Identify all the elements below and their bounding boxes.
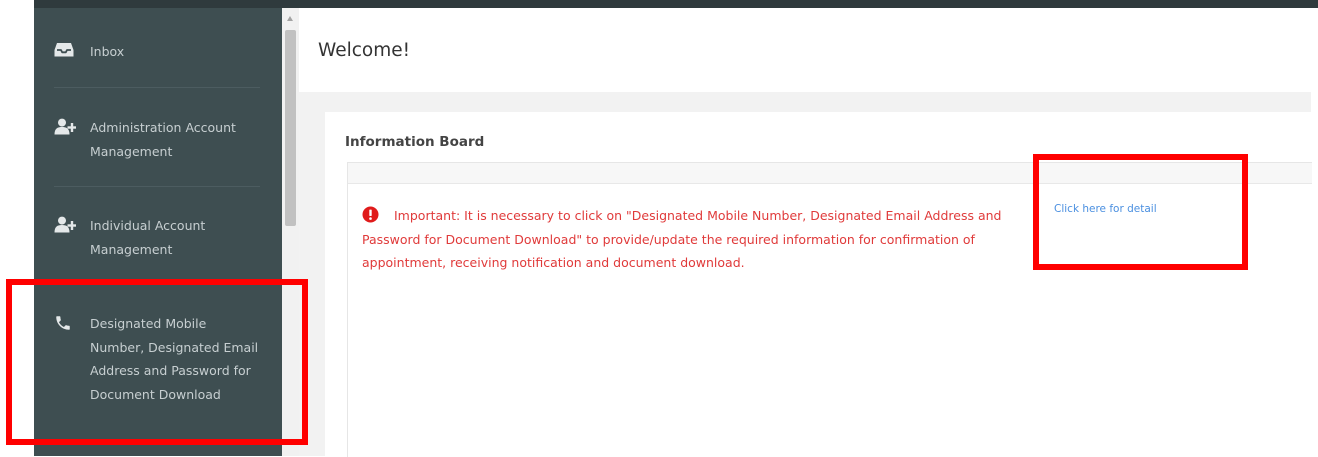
sidebar-divider bbox=[54, 87, 260, 88]
important-notice-text: Important: It is necessary to click on "… bbox=[362, 208, 1002, 270]
highlight-box-detail-link bbox=[1033, 154, 1248, 270]
sidebar-divider bbox=[54, 186, 260, 187]
board-title: Information Board bbox=[345, 134, 485, 150]
add-user-icon bbox=[54, 216, 77, 234]
scroll-up-icon[interactable] bbox=[287, 16, 293, 21]
page-title: Welcome! bbox=[318, 40, 411, 61]
page-header: Welcome! bbox=[299, 14, 1311, 92]
highlight-box-sidebar-item bbox=[6, 279, 308, 445]
scrollbar-thumb[interactable] bbox=[285, 30, 296, 226]
top-bar bbox=[34, 0, 1318, 8]
add-user-icon bbox=[54, 118, 77, 136]
sidebar-item-label: Administration Account Management bbox=[90, 120, 236, 159]
sidebar-item-administration-account-management[interactable]: Administration Account Management bbox=[54, 116, 260, 163]
sidebar-item-inbox[interactable]: Inbox bbox=[54, 40, 260, 64]
inbox-icon bbox=[54, 42, 76, 60]
sidebar-item-label: Inbox bbox=[90, 44, 125, 59]
sidebar-item-label: Individual Account Management bbox=[90, 218, 206, 257]
sidebar-item-individual-account-management[interactable]: Individual Account Management bbox=[54, 214, 260, 261]
